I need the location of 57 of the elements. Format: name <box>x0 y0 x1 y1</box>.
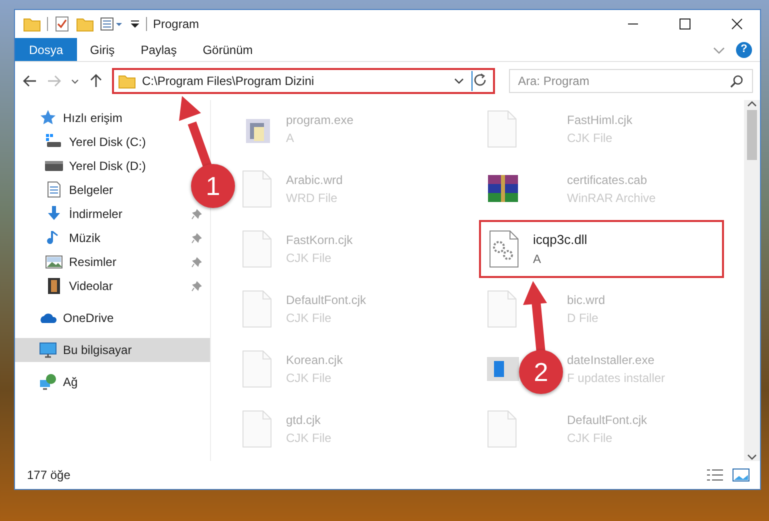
file-name: bic.wrd <box>567 292 606 309</box>
item-count: 177 öğe <box>27 467 70 484</box>
close-icon <box>731 18 743 30</box>
ribbon-tab[interactable]: Giriş <box>77 38 128 61</box>
file-name: Arabic.wrd <box>286 172 343 189</box>
scroll-up-icon[interactable] <box>747 100 757 108</box>
file-name: dateInstaller.exe <box>567 352 654 369</box>
ribbon-tab[interactable]: Görünüm <box>190 38 266 61</box>
file-name: Korean.cjk <box>286 352 343 369</box>
nav-item[interactable]: Hızlı erişim <box>15 106 210 130</box>
search-icon[interactable] <box>730 74 744 88</box>
file-name: FastHiml.cjk <box>567 112 632 129</box>
properties-icon[interactable] <box>100 16 124 32</box>
file-name: program.exe <box>286 112 354 129</box>
window-title: Program <box>153 16 200 33</box>
nav-item[interactable]: Belgeler <box>15 178 122 202</box>
file-type: A <box>533 250 542 268</box>
address-bar[interactable]: C:\Program Files\Program Dizini <box>112 68 495 94</box>
back-arrow-icon[interactable] <box>22 73 38 89</box>
file-name: DefaultFont.cjk <box>567 412 648 429</box>
step-number: 2 <box>519 350 563 394</box>
pictures-icon <box>45 253 63 271</box>
nav-item[interactable]: Yerel Disk (D:) <box>15 154 154 178</box>
nav-item[interactable]: Ağ <box>15 370 210 394</box>
details-view-icon[interactable] <box>706 468 724 482</box>
file-name: FastKorn.cjk <box>286 232 353 249</box>
file-name: gtd.cjk <box>286 412 321 429</box>
folder-icon <box>118 73 136 89</box>
file-name: DefaultFont.cjk <box>286 292 366 309</box>
maximize-icon <box>679 18 691 30</box>
help-button[interactable]: ? <box>736 42 752 58</box>
address-path: C:\Program Files\Program Dizini <box>142 73 316 90</box>
up-arrow-icon[interactable] <box>88 73 104 89</box>
search-field[interactable]: Ara: Program <box>509 69 753 93</box>
large-icons-view-icon[interactable] <box>732 468 750 482</box>
network-icon <box>39 373 57 391</box>
video-icon <box>45 277 63 295</box>
nav-item[interactable]: Müzik <box>15 226 210 250</box>
scrollbar-thumb[interactable] <box>747 110 757 160</box>
scroll-down-icon[interactable] <box>747 453 757 461</box>
nav-item[interactable]: Resimler <box>15 250 210 274</box>
computer-icon <box>39 341 57 359</box>
documents-icon <box>45 181 63 199</box>
file-name: icqp3c.dll <box>533 231 588 250</box>
nav-item[interactable]: Bu bilgisayar <box>15 338 210 362</box>
scrollbar[interactable] <box>744 100 760 461</box>
nav-item[interactable]: Yerel Disk (C:) <box>15 130 154 154</box>
nav-item[interactable]: OneDrive <box>15 306 210 330</box>
file-name: certificates.cab <box>567 172 648 189</box>
file-item[interactable]: icqp3c.dll A <box>479 220 724 278</box>
star-icon <box>39 109 57 127</box>
search-placeholder: Ara: Program <box>518 73 590 90</box>
step-number: 1 <box>191 164 235 208</box>
ribbon-tab[interactable]: Dosya <box>15 38 78 61</box>
nav-item[interactable]: Videolar <box>15 274 210 298</box>
ribbon-tab[interactable]: Paylaş <box>128 38 190 61</box>
checklist-icon[interactable] <box>54 16 70 32</box>
